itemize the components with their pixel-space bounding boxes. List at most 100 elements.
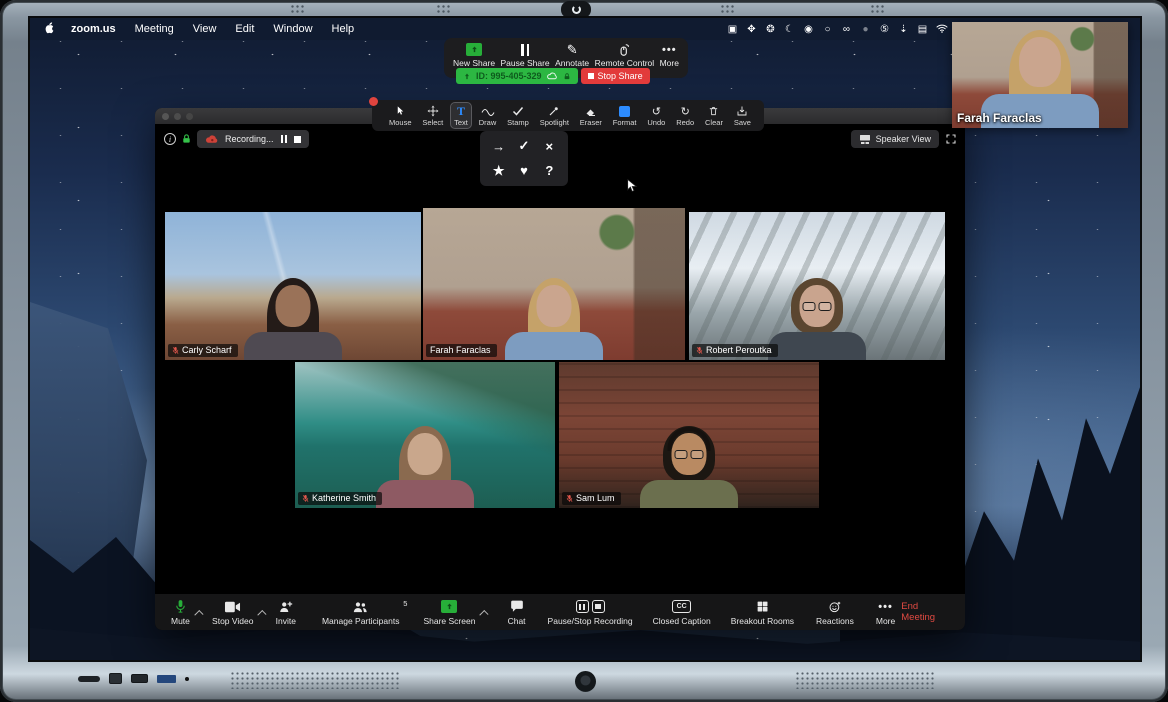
menu-item-help[interactable]: Help (332, 23, 355, 35)
tool-stamp[interactable]: Stamp (504, 103, 532, 128)
video-tile-carly-scharf[interactable]: Carly Scharf (165, 212, 421, 360)
fullscreen-icon[interactable] (945, 133, 957, 145)
share-screen-label: Share Screen (423, 616, 475, 626)
tool-undo[interactable]: ↺ Undo (644, 103, 668, 128)
pause-share-button[interactable]: Pause Share (501, 42, 550, 68)
tool-mouse[interactable]: Mouse (386, 103, 415, 128)
text-icon: T (457, 104, 465, 118)
tool-eraser[interactable]: Eraser (577, 103, 605, 128)
check-stamp[interactable]: ✓ (519, 138, 530, 154)
meeting-id: ID: 995-405-329 (476, 71, 542, 81)
menu-status-icons: ▣ ✥ ❂ ☾ ◉ ○ ∞ ● ⑤ ⇣ ▤ (727, 23, 948, 36)
stop-share-button[interactable]: Stop Share (581, 68, 650, 84)
eraser-icon (585, 104, 597, 118)
pause-recording-icon (576, 600, 589, 613)
mute-label: Mute (171, 616, 190, 626)
tool-redo[interactable]: ↻ Redo (673, 103, 697, 128)
wifi-icon[interactable] (936, 23, 948, 36)
video-tile-sam-lum[interactable]: Sam Lum (559, 362, 819, 508)
participant-figure (365, 428, 485, 508)
download-icon[interactable]: ⇣ (898, 24, 909, 35)
stop-share-label: Stop Share (598, 71, 643, 81)
pause-stop-recording-button[interactable]: Pause/Stop Recording (542, 599, 639, 626)
more-button[interactable]: ••• More (870, 599, 901, 626)
participant-figure (494, 280, 614, 360)
mute-button[interactable]: Mute (165, 599, 196, 626)
tool-draw[interactable]: Draw (476, 103, 500, 128)
invite-button[interactable]: Invite (270, 599, 302, 626)
end-meeting-button[interactable]: End Meeting (901, 601, 955, 623)
moon-icon[interactable]: ☾ (784, 24, 795, 35)
x-stamp[interactable]: × (546, 139, 554, 154)
meeting-id-pill[interactable]: ID: 995-405-329 (456, 68, 578, 84)
monitor-icon[interactable]: ▤ (917, 24, 928, 35)
participants-count: 5 (403, 599, 407, 608)
video-tile-katherine-smith[interactable]: Katherine Smith (295, 362, 555, 508)
tool-draw-label: Draw (479, 118, 497, 127)
meeting-info-icon[interactable]: i (164, 133, 176, 145)
closed-caption-label: Closed Caption (653, 616, 711, 626)
five-app-icon[interactable]: ⑤ (879, 24, 890, 35)
pause-recording-button[interactable] (280, 130, 289, 148)
menu-item-view[interactable]: View (193, 23, 217, 35)
tool-save[interactable]: Save (731, 103, 754, 128)
speaker-view-icon (859, 134, 871, 145)
more-dots-icon: ••• (878, 599, 893, 615)
tool-stamp-label: Stamp (507, 118, 529, 127)
remote-control-button[interactable]: Remote Control (595, 42, 655, 68)
gear-icon[interactable]: ❂ (765, 24, 776, 35)
recording-indicator: Recording... (197, 130, 309, 148)
share-status-bar: ID: 995-405-329 Stop Share (456, 68, 650, 84)
arrow-stamp[interactable]: → (492, 139, 505, 154)
manage-participants-button[interactable]: 5 Manage Participants (316, 599, 406, 626)
mic-array-icon (436, 4, 451, 15)
tool-mouse-label: Mouse (389, 118, 412, 127)
apple-menu-icon[interactable] (44, 21, 55, 37)
share-screen-button[interactable]: Share Screen (417, 599, 481, 626)
dim-circle-icon[interactable]: ● (860, 24, 871, 35)
minimize-window-button[interactable] (174, 113, 181, 120)
menu-item-meeting[interactable]: Meeting (135, 23, 174, 35)
chat-button[interactable]: Chat (502, 599, 532, 626)
chat-bubble-icon (510, 599, 524, 615)
annotate-button[interactable]: ✎ Annotate (555, 42, 589, 68)
zoom-window-button[interactable] (186, 113, 193, 120)
clover-app-icon[interactable]: ✥ (746, 24, 757, 35)
circle-app-icon[interactable]: ◉ (803, 24, 814, 35)
tool-format[interactable]: Format (610, 103, 640, 128)
mic-icon (174, 599, 187, 615)
stop-recording-button[interactable] (294, 136, 301, 143)
participant-name-tag: Carly Scharf (168, 344, 238, 358)
new-share-button[interactable]: New Share (453, 42, 495, 68)
tool-eraser-label: Eraser (580, 118, 602, 127)
small-circle-icon[interactable]: ○ (822, 24, 833, 35)
participant-name-tag: Robert Peroutka (692, 344, 778, 358)
closed-caption-button[interactable]: CC Closed Caption (647, 599, 717, 626)
participant-figure (233, 280, 353, 360)
menu-item-zoomus[interactable]: zoom.us (71, 23, 116, 35)
tool-spotlight[interactable]: Spotlight (537, 103, 572, 128)
more-share-button[interactable]: ••• More (660, 42, 679, 68)
menu-item-edit[interactable]: Edit (235, 23, 254, 35)
speaker-view-button[interactable]: Speaker View (851, 130, 939, 148)
zoom-meeting-window: i Recording... Speaker View (155, 108, 965, 630)
video-tile-robert-peroutka[interactable]: Robert Peroutka (689, 212, 945, 360)
glasses-icon[interactable]: ∞ (841, 24, 852, 35)
menu-item-window[interactable]: Window (273, 23, 312, 35)
breakout-rooms-button[interactable]: Breakout Rooms (725, 599, 800, 626)
device-power-button (575, 671, 596, 692)
close-annotation-button[interactable] (369, 97, 378, 106)
star-stamp[interactable]: ★ (493, 163, 505, 179)
tool-clear[interactable]: Clear (702, 103, 726, 128)
video-tile-farah-faraclas[interactable]: Farah Faraclas (423, 208, 685, 360)
reactions-button[interactable]: Reactions (810, 599, 860, 626)
heart-stamp[interactable]: ♥ (520, 163, 528, 178)
question-stamp[interactable]: ? (545, 163, 553, 178)
close-window-button[interactable] (162, 113, 169, 120)
stop-video-button[interactable]: Stop Video (206, 599, 259, 626)
tool-select[interactable]: Select (419, 103, 446, 128)
self-view-video[interactable]: Farah Faraclas (952, 22, 1128, 128)
display-icon[interactable]: ▣ (727, 24, 738, 35)
participant-name-tag: Katherine Smith (298, 492, 382, 506)
tool-text[interactable]: T Text (451, 103, 471, 128)
